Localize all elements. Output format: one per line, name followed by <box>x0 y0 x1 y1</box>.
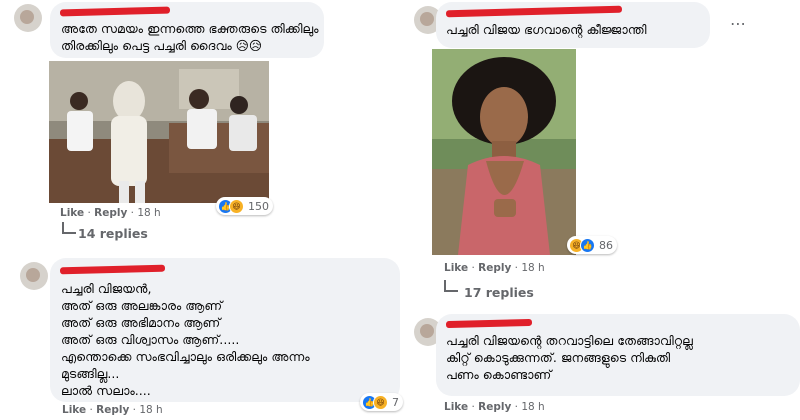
avatar[interactable] <box>20 262 48 290</box>
comment-bubble: പച്ചരി വിജയന്റെ തറവാട്ടിലെ തേങ്ങാവിറ്റല്… <box>436 314 800 396</box>
reaction-count: 86 <box>599 238 613 252</box>
comment-actions: Like · Reply · 18 h <box>444 262 545 274</box>
comment-bubble: അതേ സമയം ഇന്നത്തെ ഭക്തരുടെ തിക്കിലും തിര… <box>50 2 324 58</box>
timestamp[interactable]: 18 h <box>521 262 544 274</box>
redacted-name <box>59 264 166 275</box>
reaction-count: 150 <box>248 199 269 213</box>
like-link[interactable]: Like <box>444 401 468 413</box>
view-replies-link[interactable]: 17 replies <box>464 285 534 300</box>
reaction-summary[interactable]: 👍 😆 7 <box>360 393 403 411</box>
haha-reaction-icon: 😆 <box>229 198 244 214</box>
like-link[interactable]: Like <box>60 207 84 219</box>
more-options-icon[interactable]: ⋯ <box>730 14 747 33</box>
reaction-summary[interactable]: 👍 😆 150 <box>216 197 273 215</box>
comment-actions: Like · Reply · 18 h <box>60 207 161 219</box>
comments-pane-right: പച്ചരി വിജയ ഭഗവാന്റെ കീജ്ജാന്തി ⋯ 😆 👍 86 … <box>412 0 800 420</box>
comments-pane-left: അതേ സമയം ഇന്നത്തെ ഭക്തരുടെ തിക്കിലും തിര… <box>0 0 408 420</box>
timestamp[interactable]: 18 h <box>139 404 162 416</box>
comment-bubble: പച്ചരി വിജയ ഭഗവാന്റെ കീജ്ജാന്തി <box>436 2 710 48</box>
comment-text: പച്ചരി വിജയ ഭഗവാന്റെ കീജ്ജാന്തി <box>446 22 647 37</box>
afro-wig-man-meme-image[interactable] <box>432 49 576 255</box>
redacted-name <box>445 318 533 329</box>
reply-link[interactable]: Reply <box>478 401 511 413</box>
reply-link[interactable]: Reply <box>96 404 129 416</box>
reaction-summary[interactable]: 😆 👍 86 <box>567 236 617 254</box>
redacted-name <box>59 6 171 17</box>
reply-link[interactable]: Reply <box>478 262 511 274</box>
like-reaction-icon: 👍 <box>580 237 595 253</box>
comment-actions: Like · Reply · 18 h <box>62 404 163 416</box>
comment-text: അതേ സമയം ഇന്നത്തെ ഭക്തരുടെ തിക്കിലും തിര… <box>61 21 319 53</box>
reply-thread-icon <box>444 280 458 292</box>
like-link[interactable]: Like <box>444 262 468 274</box>
comment-bubble: പച്ചരി വിജയൻ, അത് ഒരു അലങ്കാരം ആണ് അത് ഒ… <box>50 258 400 402</box>
reaction-count: 7 <box>392 395 399 409</box>
comment-text: പച്ചരി വിജയൻ, അത് ഒരു അലങ്കാരം ആണ് അത് ഒ… <box>61 281 310 398</box>
timestamp[interactable]: 18 h <box>137 207 160 219</box>
comment-text: പച്ചരി വിജയന്റെ തറവാട്ടിലെ തേങ്ങാവിറ്റല്… <box>446 333 693 382</box>
office-scene-meme-image[interactable] <box>49 61 269 203</box>
haha-reaction-icon: 😆 <box>373 394 388 410</box>
timestamp[interactable]: 18 h <box>521 401 544 413</box>
redacted-name <box>445 5 623 18</box>
avatar[interactable] <box>14 4 42 32</box>
like-link[interactable]: Like <box>62 404 86 416</box>
comment-actions: Like · Reply · 18 h <box>444 401 545 413</box>
view-replies-link[interactable]: 14 replies <box>78 226 148 241</box>
reply-link[interactable]: Reply <box>94 207 127 219</box>
reply-thread-icon <box>62 222 76 234</box>
